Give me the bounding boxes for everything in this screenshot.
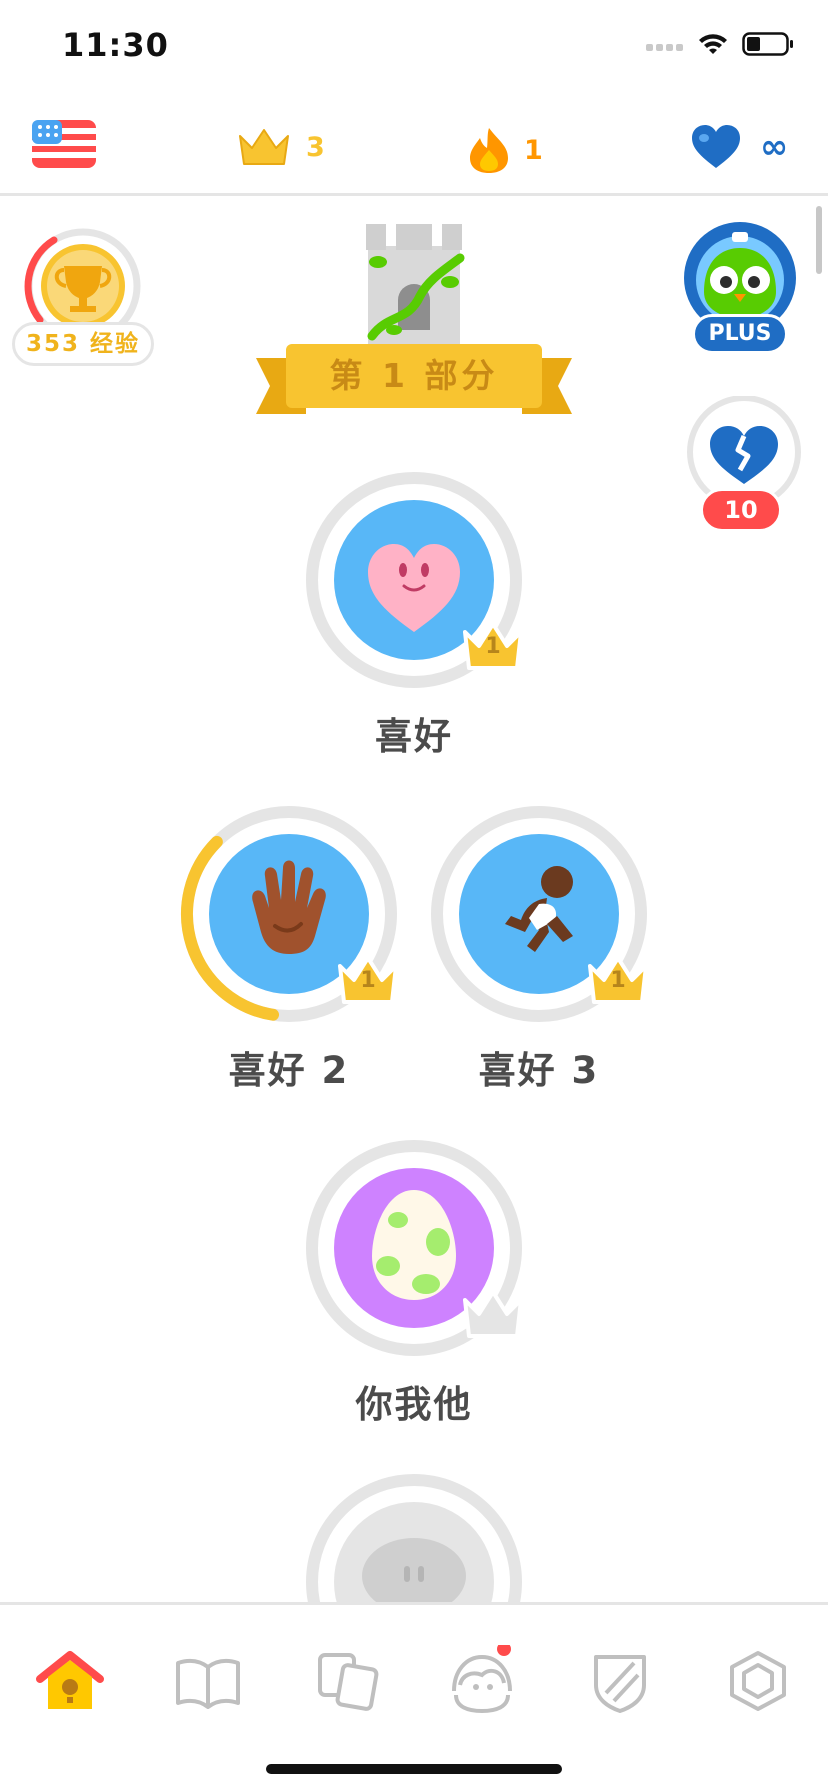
hearts-count: ∞ <box>760 127 789 167</box>
section-title: 第 1 部分 <box>286 344 542 408</box>
section-banner[interactable]: 第 1 部分 <box>256 344 572 422</box>
skill-label: 喜好 2 <box>228 1049 350 1092</box>
battery-icon <box>742 32 793 56</box>
book-icon[interactable] <box>172 1645 244 1717</box>
us-flag-icon <box>32 120 96 168</box>
hearts-button[interactable]: ∞ <box>690 124 788 170</box>
heart-icon <box>692 125 740 168</box>
broken-hearts-badge[interactable]: 10 <box>684 395 804 536</box>
crowns-button[interactable]: 3 <box>236 126 325 168</box>
crown-icon <box>239 129 289 165</box>
status-icons <box>646 32 794 56</box>
streak-button[interactable]: 1 <box>468 126 543 174</box>
signal-icon <box>646 44 683 51</box>
profile-icon[interactable] <box>446 1645 518 1717</box>
flame-icon <box>470 128 508 173</box>
skill-node[interactable]: 1 喜好 3 <box>424 804 654 1094</box>
home-indicator[interactable] <box>266 1764 562 1774</box>
plus-label: PLUS <box>692 314 788 354</box>
crown-level-badge <box>461 1288 525 1340</box>
skill-node[interactable]: 1 喜好 2 <box>174 804 404 1094</box>
broken-hearts-count: 10 <box>700 488 782 532</box>
crown-level-badge: 1 <box>336 954 400 1006</box>
streak-count: 1 <box>524 134 543 166</box>
crown-level: 1 <box>360 968 376 993</box>
gem-icon[interactable] <box>722 1645 794 1717</box>
home-icon[interactable] <box>34 1645 106 1717</box>
cards-icon[interactable] <box>312 1645 384 1717</box>
crowns-count: 3 <box>306 131 325 163</box>
crown-empty-icon <box>463 1290 523 1338</box>
skill-node[interactable]: 你我他 <box>299 1138 529 1428</box>
status-time: 11:30 <box>62 26 169 64</box>
crown-level-badge: 1 <box>586 954 650 1006</box>
castle-icon[interactable] <box>358 218 470 348</box>
xp-label: 353 经验 <box>12 322 154 366</box>
crown-level: 1 <box>610 968 626 993</box>
crown-level-badge: 1 <box>461 620 525 672</box>
plus-badge[interactable]: PLUS <box>682 222 798 362</box>
wifi-icon <box>699 34 727 54</box>
skill-node[interactable]: 1 喜好 <box>299 470 529 760</box>
skill-label: 喜好 <box>375 715 453 758</box>
scrollbar[interactable] <box>816 206 822 274</box>
skill-label: 你我他 <box>355 1383 473 1426</box>
skill-label: 喜好 3 <box>478 1049 600 1092</box>
crown-level: 1 <box>485 634 501 659</box>
language-button[interactable] <box>32 120 96 168</box>
top-bar: 3 1 ∞ <box>0 96 828 196</box>
shield-icon[interactable] <box>584 1645 656 1717</box>
